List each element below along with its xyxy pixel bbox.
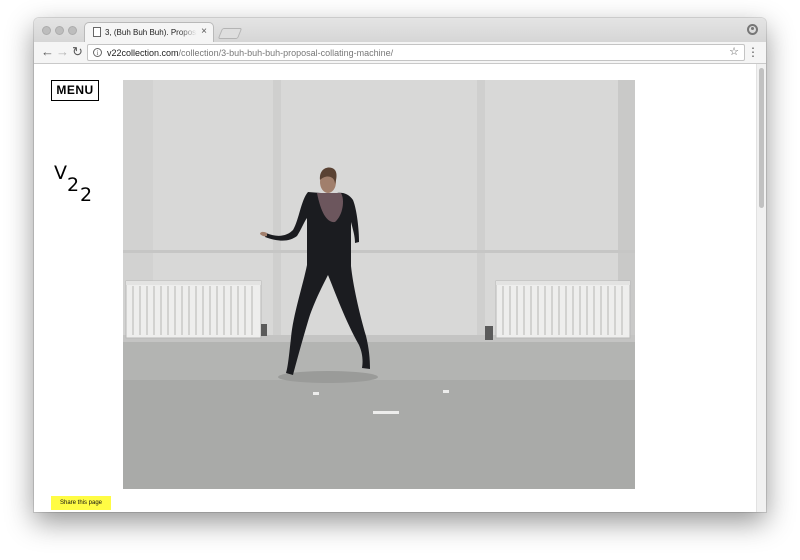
page-viewport: MENU V 2 2 Share this page <box>34 64 766 512</box>
page-icon <box>93 27 101 37</box>
page-scrollbar[interactable] <box>756 64 766 512</box>
title-bar: 3, (Buh Buh Buh). Proposal for a Collati… <box>34 18 766 42</box>
close-window-button[interactable] <box>42 26 51 35</box>
scrollbar-thumb[interactable] <box>759 68 764 208</box>
star-icon[interactable]: ☆ <box>729 46 739 59</box>
v22-logo[interactable]: V 2 2 <box>54 164 104 212</box>
logo-letter-v: V <box>54 162 67 184</box>
minimize-window-button[interactable] <box>55 26 64 35</box>
video-player[interactable] <box>123 80 635 489</box>
dado-rail <box>123 250 635 253</box>
info-icon[interactable]: i <box>93 48 102 57</box>
back-arrow-icon[interactable]: ← <box>41 45 54 59</box>
browser-toolbar: ← → ↻ i v22collection.com/collection/3-b… <box>34 42 766 64</box>
url-text[interactable]: v22collection.com/collection/3-buh-buh-b… <box>107 47 393 59</box>
logo-digit-2-first: 2 <box>67 174 80 196</box>
video-frame <box>123 80 635 489</box>
address-bar[interactable]: i v22collection.com/collection/3-buh-buh… <box>87 44 745 61</box>
profile-icon[interactable] <box>747 24 758 35</box>
maximize-window-button[interactable] <box>68 26 77 35</box>
reload-icon[interactable]: ↻ <box>72 45 83 59</box>
tab-title: 3, (Buh Buh Buh). Proposal for a Collati… <box>105 28 197 37</box>
new-tab-button[interactable] <box>217 28 243 39</box>
close-icon[interactable]: × <box>201 26 207 38</box>
browser-window: 3, (Buh Buh Buh). Proposal for a Collati… <box>34 18 766 512</box>
share-page-button[interactable]: Share this page <box>51 496 111 510</box>
radiator-right <box>485 280 631 340</box>
kebab-menu-icon[interactable]: ⋮ <box>747 46 759 59</box>
menu-button[interactable]: MENU <box>51 80 99 101</box>
forward-arrow-icon[interactable]: → <box>56 45 69 59</box>
browser-tab[interactable]: 3, (Buh Buh Buh). Proposal for a Collati… <box>84 22 214 42</box>
url-path: /collection/3-buh-buh-buh-proposal-colla… <box>178 48 394 58</box>
logo-digit-2-second: 2 <box>80 184 93 206</box>
url-host: v22collection.com <box>107 48 179 58</box>
wall-pilaster-right <box>477 80 485 335</box>
wall-pilaster-left <box>273 80 281 335</box>
radiator-left <box>125 280 267 339</box>
floor-back <box>123 342 635 380</box>
